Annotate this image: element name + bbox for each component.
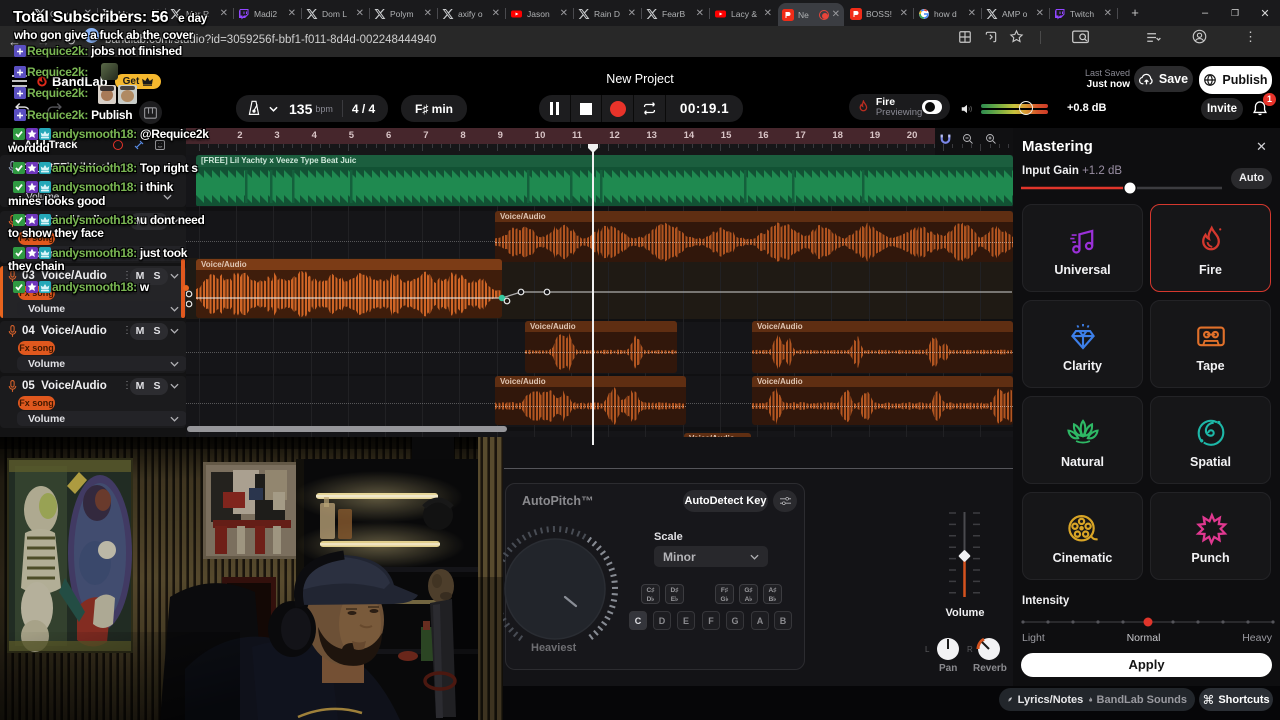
svg-text:Reverb: Reverb: [973, 663, 1007, 674]
svg-text:R: R: [967, 645, 973, 654]
svg-text:L: L: [925, 645, 930, 654]
svg-text:Pan: Pan: [939, 663, 957, 674]
